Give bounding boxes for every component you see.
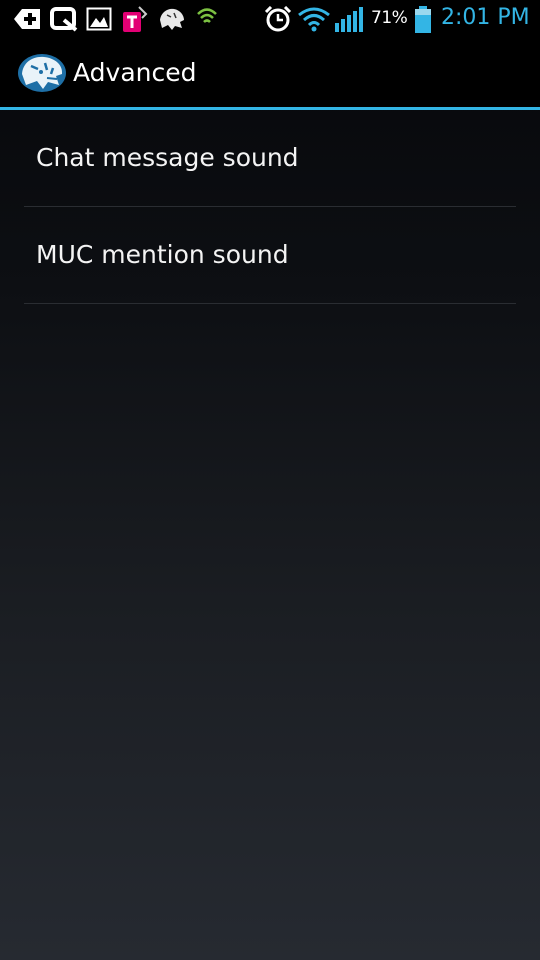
gallery-icon xyxy=(86,6,112,32)
t-mobile-icon xyxy=(122,6,148,32)
chat-message-sound-item[interactable]: Chat message sound xyxy=(24,110,516,207)
shield-icon xyxy=(196,6,218,32)
add-box-icon xyxy=(12,6,42,32)
page-title: Advanced xyxy=(73,58,197,87)
status-bar: 71% 2:01 PM xyxy=(0,0,540,38)
battery-percent: 71% xyxy=(371,8,408,28)
alarm-icon xyxy=(263,6,293,32)
preference-list: Chat message sound MUC mention sound xyxy=(24,110,516,304)
action-bar: Advanced xyxy=(0,38,540,110)
preference-label: Chat message sound xyxy=(36,143,299,172)
tiger-logo-icon[interactable] xyxy=(17,52,67,94)
wifi-icon xyxy=(297,6,331,32)
signal-icon xyxy=(333,6,365,32)
preference-label: MUC mention sound xyxy=(36,240,289,269)
screen: 71% 2:01 PM Advanced Chat message sound xyxy=(0,0,540,960)
status-clock: 2:01 PM xyxy=(441,5,530,30)
muc-mention-sound-item[interactable]: MUC mention sound xyxy=(24,207,516,304)
tiger-notification-icon xyxy=(158,6,186,32)
q-app-icon xyxy=(50,6,78,32)
battery-icon xyxy=(414,6,432,33)
